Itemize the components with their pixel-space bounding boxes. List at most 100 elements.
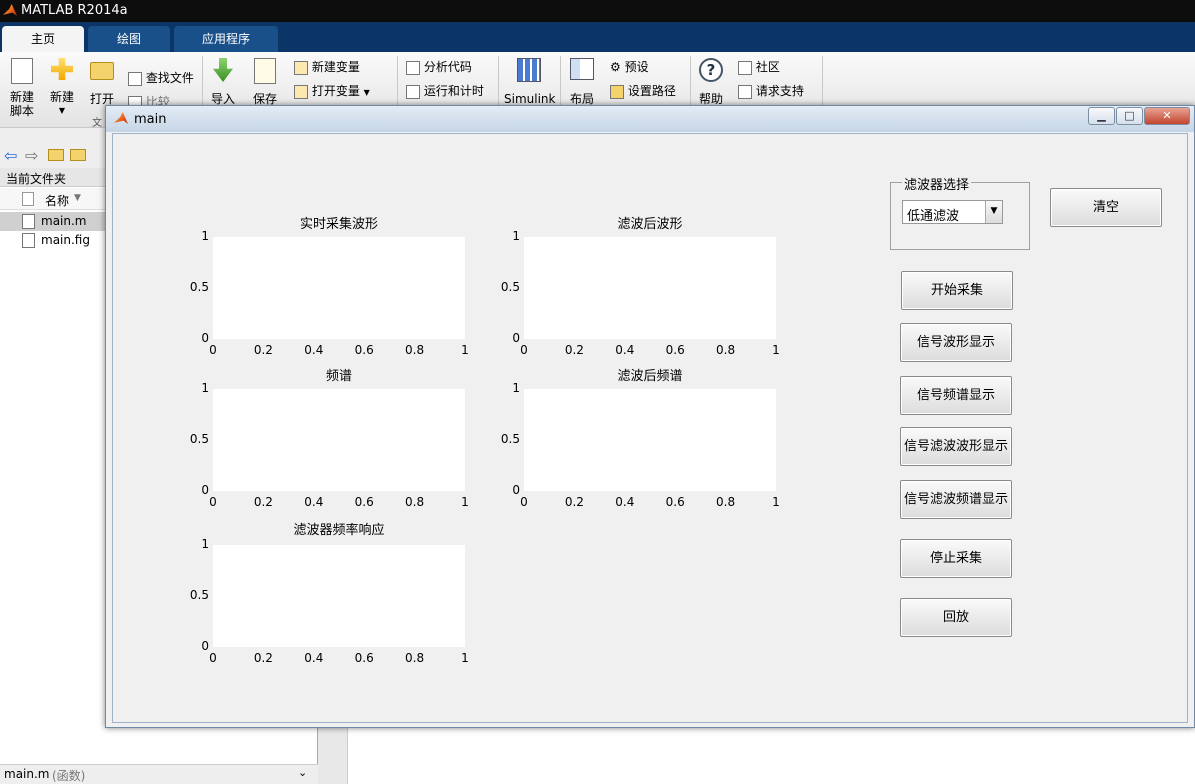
axes-filter-response[interactable] [213,545,465,647]
back-arrow-icon[interactable]: ⇦ [4,146,17,165]
new-plus-icon [51,58,73,80]
clear-button[interactable]: 清空 [1050,188,1162,227]
request-support-button[interactable]: 请求支持 [738,82,804,99]
maximize-icon[interactable]: □ [1116,107,1143,125]
axes-title: 实时采集波形 [299,217,378,232]
details-file-name: main.m [4,767,50,781]
simulink-label: Simulink [504,92,556,106]
help-button[interactable]: ? 帮助 [696,58,726,106]
run-time-button[interactable]: 运行和计时 [406,82,484,99]
request-support-label: 请求支持 [755,84,804,98]
app-title-bar: MATLAB R2014a [0,0,1195,22]
save-button[interactable]: 保存 [250,58,280,106]
matlab-logo-icon [114,112,128,124]
community-label: 社区 [755,60,780,74]
filtered-spectrum-button[interactable]: 信号滤波频谱显示 [900,480,1012,519]
new-label: 新建 [49,90,74,104]
axes-filtered-wave[interactable] [524,237,776,339]
help-icon: ? [699,58,723,82]
y-tick-label: 1 [201,381,209,395]
filtered-wave-button[interactable]: 信号滤波波形显示 [900,427,1012,466]
up-folder-icon[interactable] [48,149,64,161]
tab-plots[interactable]: 绘图 [88,26,170,52]
filter-select-group-label: 滤波器选择 [902,174,972,193]
analyze-code-button[interactable]: 分析代码 [406,58,472,75]
x-tick-label: 0.6 [354,343,374,357]
open-variable-button[interactable]: 打开变量 ▼ [294,82,370,99]
chevron-down-icon[interactable]: ▼ [985,201,1002,223]
axes-title: 滤波后波形 [617,217,683,232]
open-button[interactable]: 打开 [86,62,118,106]
command-window-area[interactable] [348,728,1195,784]
name-column-header[interactable]: 名称 [45,192,69,209]
layout-icon [570,58,594,80]
chevron-down-icon[interactable]: ⌄ [298,766,307,779]
start-acquisition-button[interactable]: 开始采集 [901,271,1013,310]
chevron-down-icon: ▼ [58,106,66,115]
file-name: main.fig [41,233,90,247]
x-tick-label: 1 [772,343,780,357]
x-tick-label: 0.6 [665,343,685,357]
tab-home[interactable]: 主页 [2,26,84,52]
find-files-button[interactable]: 查找文件 [128,69,194,86]
x-tick-label: 0.2 [253,651,273,665]
new-script-label: 新建 脚本 [9,90,34,118]
gear-icon: ⚙ [610,60,621,74]
close-icon[interactable]: ✕ [1144,107,1190,125]
x-tick-label: 0.4 [615,343,635,357]
x-tick-label: 0.2 [564,343,584,357]
x-tick-label: 0.4 [304,343,324,357]
analyze-code-label: 分析代码 [423,60,472,74]
y-tick-label: 0.5 [189,280,209,294]
x-tick-label: 0 [209,495,217,509]
axes-title: 滤波器频率响应 [293,523,385,538]
matlab-logo-icon [3,4,17,16]
new-variable-button[interactable]: 新建变量 [294,58,360,75]
axes-realtime-wave[interactable] [213,237,465,339]
y-tick-label: 0 [201,483,209,497]
x-tick-label: 0 [520,495,528,509]
file-type-icon [22,192,34,206]
new-button[interactable]: 新建 ▼ [46,58,78,118]
browse-folder-icon[interactable] [70,149,86,161]
folder-icon [90,62,114,80]
axes-spectrum[interactable] [213,389,465,491]
folder-icon [610,84,624,99]
new-script-icon [11,58,33,84]
details-file-type: (函数) [52,769,86,783]
new-variable-icon [294,60,308,75]
y-tick-label: 0.5 [189,588,209,602]
current-folder-title: 当前文件夹 [6,172,67,186]
run-time-icon [406,84,420,99]
details-bar[interactable]: main.m (函数) ⌄ [0,764,318,784]
y-tick-label: 0 [201,331,209,345]
y-tick-label: 0 [201,639,209,653]
filter-type-value: 低通滤波 [907,209,960,224]
signal-wave-button[interactable]: 信号波形显示 [900,323,1012,362]
playback-button[interactable]: 回放 [900,598,1012,637]
layout-button[interactable]: 布局 [566,58,598,106]
chevron-down-icon: ▼ [363,88,370,97]
figure-canvas: 实时采集波形 0 0.2 0.4 0.6 0.8 1 1 0.5 0 滤波后波形 0 0.2 0.4… [112,133,1188,723]
x-tick-label: 0.4 [304,495,324,509]
import-button[interactable]: 导入 [208,58,238,106]
forward-arrow-icon[interactable]: ⇨ [25,146,38,165]
x-tick-label: 0.2 [253,495,273,509]
stop-acquisition-button[interactable]: 停止采集 [900,539,1012,578]
signal-spectrum-button[interactable]: 信号频谱显示 [900,376,1012,415]
set-path-button[interactable]: 设置路径 [610,82,676,99]
simulink-button[interactable]: Simulink [504,58,556,106]
minimize-icon[interactable]: ▁ [1088,107,1115,125]
x-tick-label: 0.4 [615,495,635,509]
figure-title-bar[interactable]: main ▁ □ ✕ [106,106,1194,132]
filter-type-popup[interactable]: 低通滤波 ▼ [902,200,1003,224]
x-tick-label: 0.8 [716,343,736,357]
x-tick-label: 0.4 [304,651,324,665]
axes-filtered-spectrum[interactable] [524,389,776,491]
new-script-button[interactable]: 新建 脚本 [6,58,38,118]
tab-apps[interactable]: 应用程序 [174,26,278,52]
community-icon [738,60,752,75]
community-button[interactable]: 社区 [738,58,780,75]
x-tick-label: 0.6 [354,495,374,509]
preferences-button[interactable]: ⚙ 预设 [610,58,649,75]
